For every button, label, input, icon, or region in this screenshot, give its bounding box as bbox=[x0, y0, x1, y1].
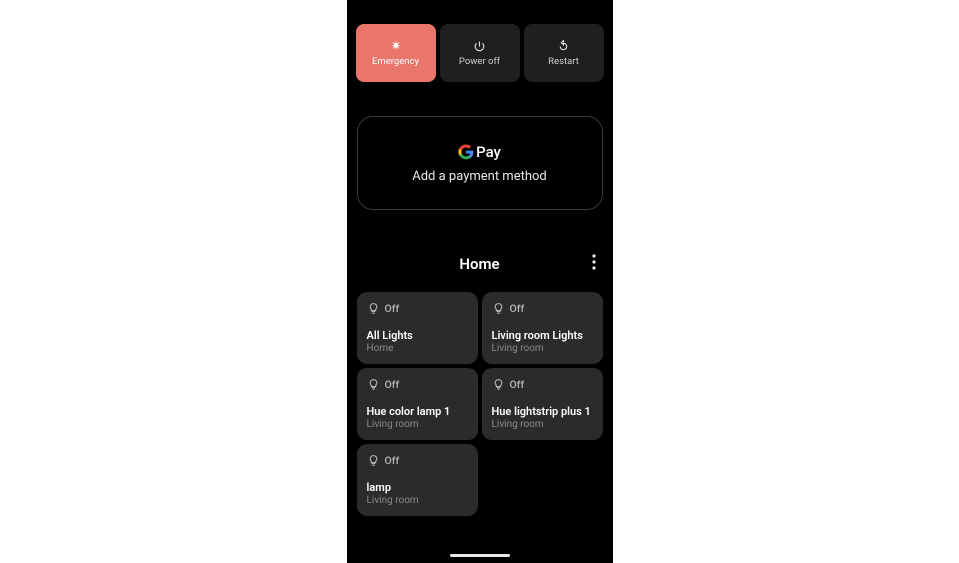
tile-location: Living room bbox=[492, 419, 593, 430]
power-menu: Emergency Power off Restart bbox=[352, 0, 608, 82]
power-off-button[interactable]: Power off bbox=[440, 24, 520, 82]
tile-state: Off bbox=[510, 302, 525, 315]
tile-location: Living room bbox=[367, 419, 468, 430]
tile-state: Off bbox=[385, 378, 400, 391]
gpay-logo: Pay bbox=[458, 143, 501, 161]
gesture-handle[interactable] bbox=[450, 554, 510, 557]
device-tile[interactable]: Off All Lights Home bbox=[357, 292, 478, 364]
restart-button[interactable]: Restart bbox=[524, 24, 604, 82]
tile-state: Off bbox=[510, 378, 525, 391]
tile-name: lamp bbox=[367, 481, 468, 494]
tile-location: Living room bbox=[492, 343, 593, 354]
tile-location: Home bbox=[367, 343, 468, 354]
power-off-label: Power off bbox=[459, 56, 500, 67]
phone-screen: Emergency Power off Restart Pay Add a pa bbox=[347, 0, 613, 563]
home-header: Home bbox=[352, 250, 608, 278]
gpay-brand-text: Pay bbox=[476, 143, 501, 161]
bulb-icon bbox=[492, 378, 505, 391]
power-icon bbox=[473, 40, 486, 53]
more-vert-icon bbox=[592, 254, 596, 270]
more-button[interactable] bbox=[588, 250, 600, 278]
tile-name: Hue color lamp 1 bbox=[367, 405, 468, 418]
tile-name: Living room Lights bbox=[492, 329, 593, 342]
emergency-label: Emergency bbox=[372, 56, 419, 67]
device-tiles: Off All Lights Home Off Living room Ligh… bbox=[352, 292, 608, 516]
restart-label: Restart bbox=[548, 56, 579, 67]
device-tile[interactable]: Off Hue lightstrip plus 1 Living room bbox=[482, 368, 603, 440]
bulb-icon bbox=[492, 302, 505, 315]
bulb-icon bbox=[367, 378, 380, 391]
home-title: Home bbox=[459, 255, 499, 273]
bulb-icon bbox=[367, 454, 380, 467]
device-tile[interactable]: Off Living room Lights Living room bbox=[482, 292, 603, 364]
google-g-icon bbox=[458, 144, 474, 160]
tile-location: Living room bbox=[367, 495, 468, 506]
asterisk-icon bbox=[389, 39, 403, 53]
gpay-card[interactable]: Pay Add a payment method bbox=[357, 116, 603, 210]
restart-icon bbox=[557, 40, 570, 53]
emergency-button[interactable]: Emergency bbox=[356, 24, 436, 82]
gpay-prompt: Add a payment method bbox=[412, 169, 547, 184]
device-tile[interactable]: Off Hue color lamp 1 Living room bbox=[357, 368, 478, 440]
device-tile[interactable]: Off lamp Living room bbox=[357, 444, 478, 516]
tile-state: Off bbox=[385, 454, 400, 467]
tile-name: All Lights bbox=[367, 329, 468, 342]
tile-state: Off bbox=[385, 302, 400, 315]
bulb-icon bbox=[367, 302, 380, 315]
tile-name: Hue lightstrip plus 1 bbox=[492, 405, 593, 418]
